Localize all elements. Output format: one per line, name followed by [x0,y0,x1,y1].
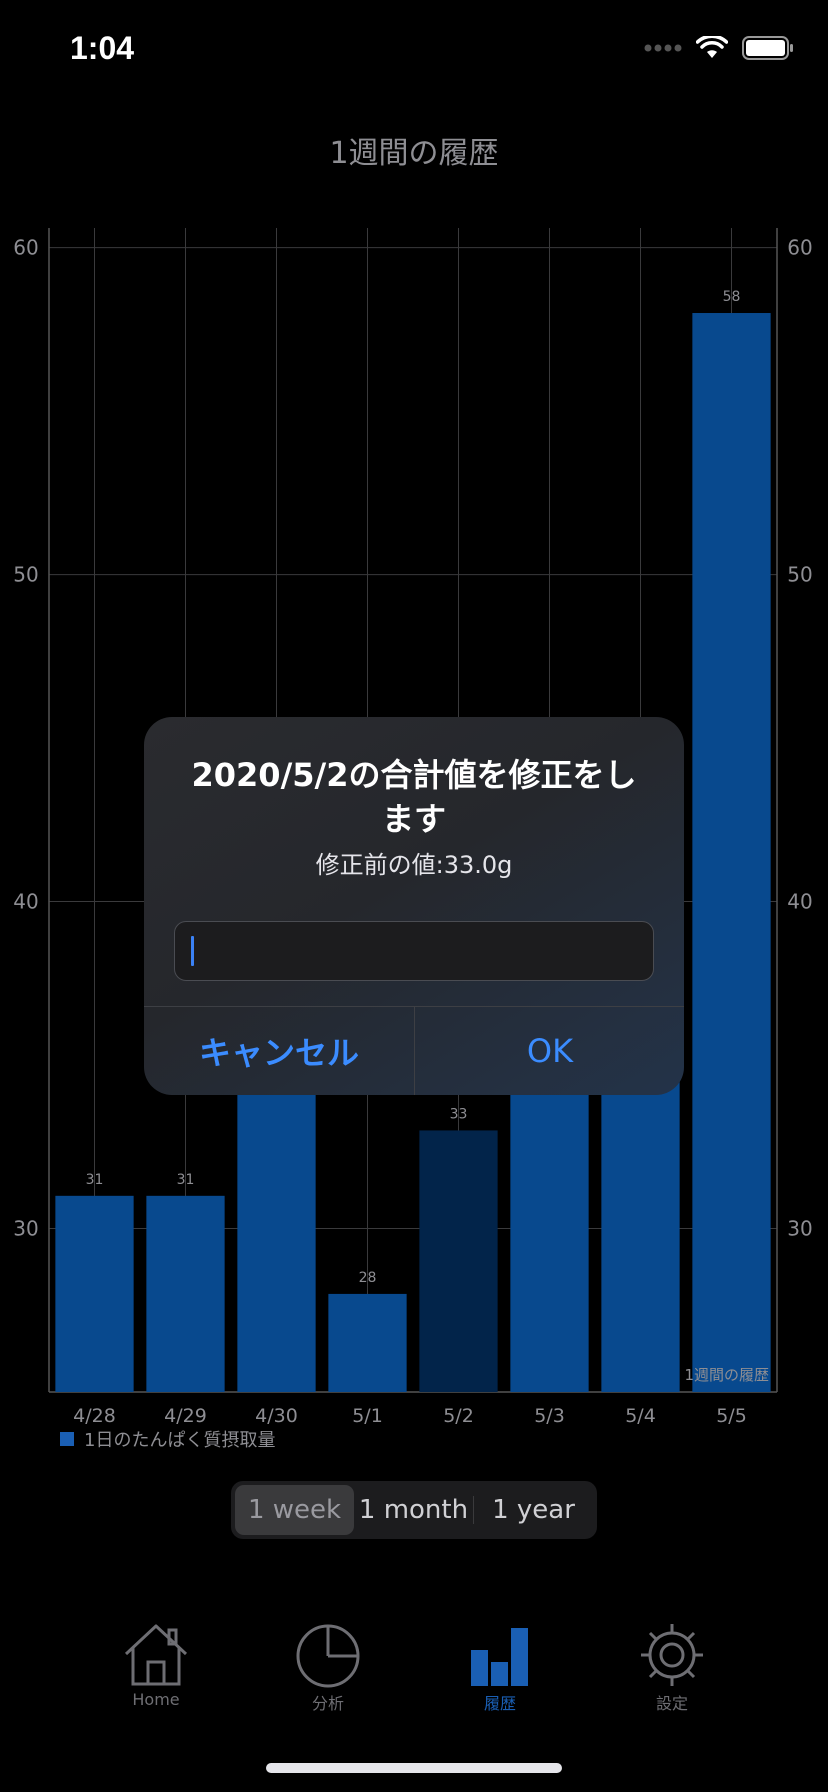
edit-total-alert: 2020/5/2の合計値を修正をします 修正前の値:33.0g キャンセル OK [144,717,684,1095]
ok-button[interactable]: OK [415,1007,684,1095]
value-input[interactable] [174,921,654,981]
alert-message: 修正前の値:33.0g [315,851,513,879]
text-caret [191,936,194,966]
cancel-button[interactable]: キャンセル [144,1007,414,1095]
alert-title: 2020/5/2の合計値を修正をします [191,756,637,838]
